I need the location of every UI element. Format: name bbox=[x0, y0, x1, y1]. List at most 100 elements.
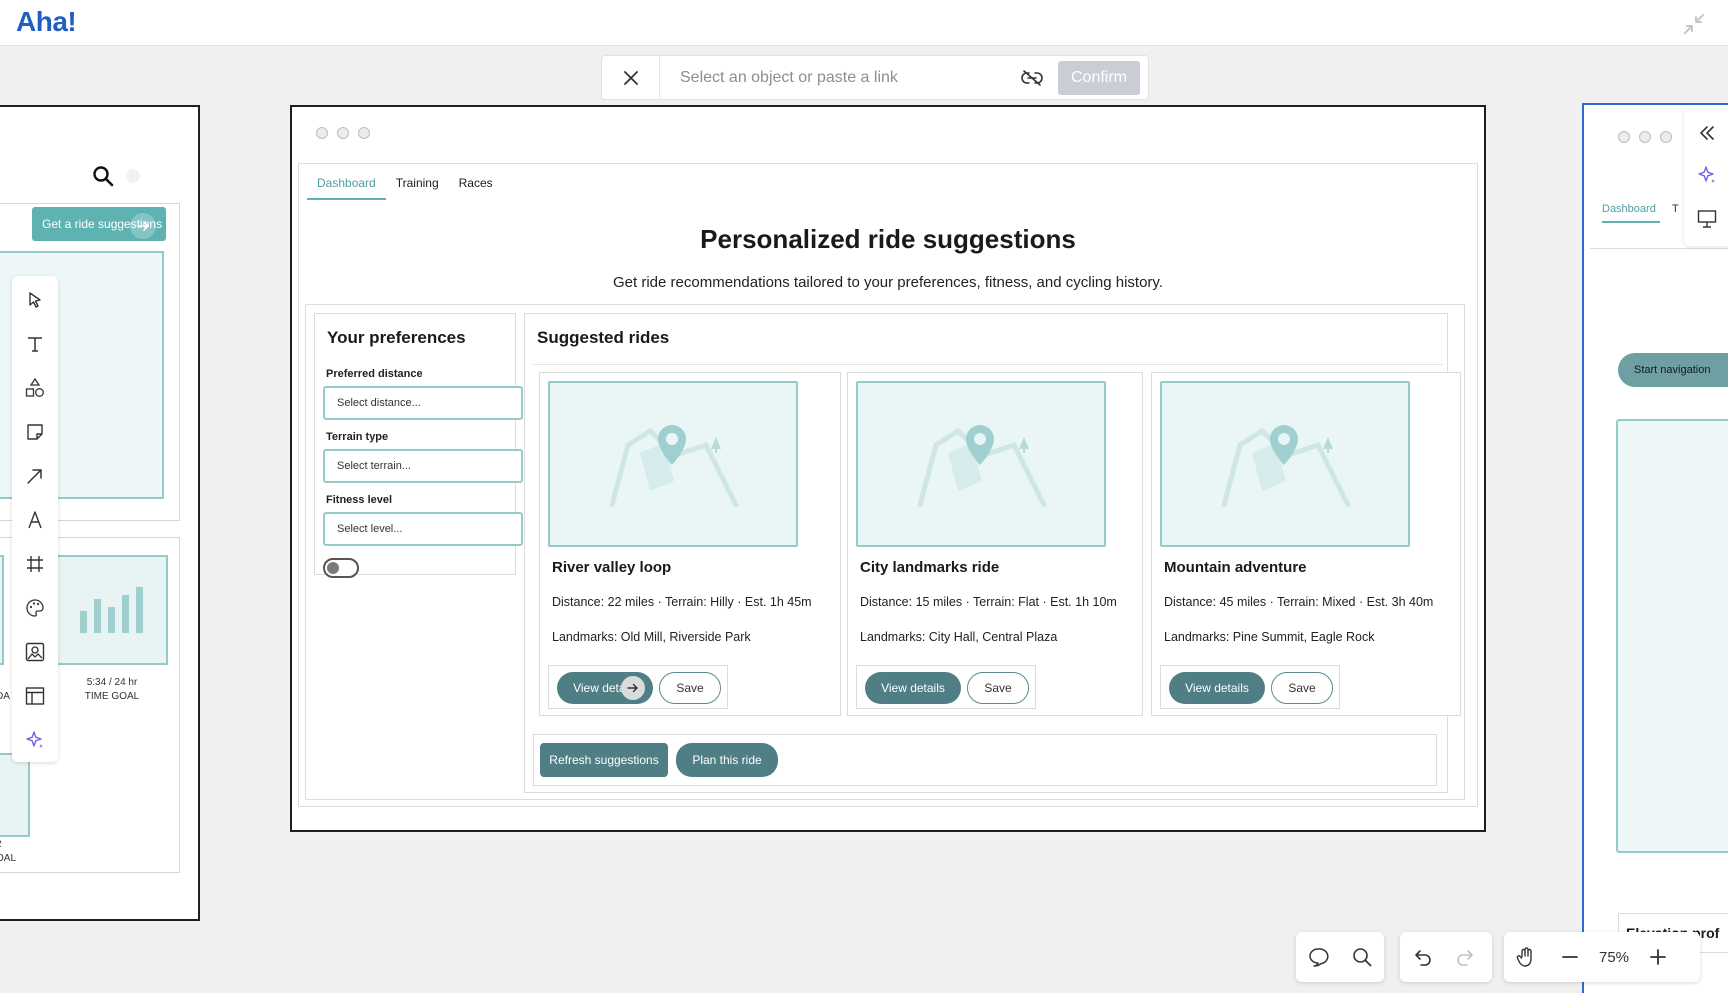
ride-landmarks: Landmarks: Pine Summit, Eagle Rock bbox=[1164, 630, 1375, 644]
distance-label: Preferred distance bbox=[326, 368, 423, 380]
close-icon bbox=[623, 70, 638, 85]
link-input[interactable] bbox=[660, 56, 1012, 99]
window-controls bbox=[316, 127, 370, 139]
close-button[interactable] bbox=[602, 56, 660, 99]
ride-detail: Distance: 15 miles · Terrain: Flat · Est… bbox=[860, 595, 1117, 609]
window-dot bbox=[337, 127, 349, 139]
zoom-level[interactable]: 75% bbox=[1592, 949, 1636, 966]
pointer-icon[interactable] bbox=[23, 288, 47, 312]
ride-name: Mountain adventure bbox=[1164, 559, 1307, 576]
presentation-icon[interactable] bbox=[1696, 208, 1718, 230]
side-text: OAL bbox=[0, 853, 17, 864]
text-icon[interactable] bbox=[23, 332, 47, 356]
map-placeholder bbox=[1160, 381, 1410, 547]
arrow-right-icon bbox=[621, 676, 645, 700]
bottom-toolbar-group bbox=[1400, 932, 1492, 982]
arrow-icon[interactable] bbox=[23, 464, 47, 488]
save-button[interactable]: Save bbox=[659, 672, 721, 704]
ai-sparkle-icon[interactable] bbox=[1696, 164, 1718, 186]
layout-icon[interactable] bbox=[23, 684, 47, 708]
image-placeholder bbox=[0, 753, 30, 837]
ride-name: City landmarks ride bbox=[860, 559, 1000, 576]
palette-icon[interactable] bbox=[23, 596, 47, 620]
fitness-select[interactable]: Select level... bbox=[323, 512, 523, 546]
pen-icon[interactable] bbox=[23, 508, 47, 532]
fitness-label: Fitness level bbox=[326, 494, 393, 506]
card-actions: View details Save bbox=[856, 665, 1036, 709]
frame-icon[interactable] bbox=[23, 552, 47, 576]
window-dot bbox=[316, 127, 328, 139]
map-placeholder bbox=[856, 381, 1106, 547]
shapes-icon[interactable] bbox=[23, 376, 47, 400]
footer-actions: Refresh suggestions Plan this ride bbox=[533, 734, 1437, 786]
tab-training[interactable]: Training bbox=[386, 176, 449, 200]
double-chevron-left-icon[interactable] bbox=[1696, 122, 1718, 144]
search-icon[interactable] bbox=[92, 165, 114, 187]
ride-card[interactable]: Mountain adventure Distance: 45 miles · … bbox=[1151, 372, 1461, 716]
tool-palette bbox=[12, 276, 58, 762]
save-button[interactable]: Save bbox=[967, 672, 1029, 704]
ride-detail: Distance: 45 miles · Terrain: Mixed · Es… bbox=[1164, 595, 1434, 609]
zoom-out-button[interactable] bbox=[1548, 932, 1592, 982]
tab-bar: Dashboard Training Races bbox=[307, 176, 503, 200]
sticky-note-icon[interactable] bbox=[23, 420, 47, 444]
save-button[interactable]: Save bbox=[1271, 672, 1333, 704]
map-pin-icon bbox=[1222, 425, 1351, 507]
app-logo[interactable]: Aha! bbox=[16, 6, 77, 38]
unlink-icon[interactable] bbox=[1012, 69, 1052, 86]
card-actions: View details Save bbox=[1160, 665, 1340, 709]
window-dot bbox=[1618, 131, 1630, 143]
start-navigation-button[interactable]: Start navigation bbox=[1618, 353, 1728, 387]
view-details-button[interactable]: View details bbox=[1169, 672, 1265, 704]
ride-landmarks: Landmarks: City Hall, Central Plaza bbox=[860, 630, 1058, 644]
time-goal-value: 5:34 / 24 hr bbox=[86, 677, 138, 688]
comment-icon[interactable] bbox=[1296, 932, 1340, 982]
ai-sparkle-icon[interactable] bbox=[23, 728, 47, 752]
page-container: Dashboard Training Races Personalized ri… bbox=[298, 163, 1478, 807]
bottom-toolbar-group: 75% bbox=[1504, 932, 1700, 982]
ride-card[interactable]: River valley loop Distance: 22 miles · T… bbox=[539, 372, 841, 716]
distance-select[interactable]: Select distance... bbox=[323, 386, 523, 420]
plan-ride-button[interactable]: Plan this ride bbox=[676, 743, 778, 777]
collapse-icon[interactable] bbox=[1682, 12, 1706, 36]
content-area: Your preferences Preferred distance Sele… bbox=[305, 304, 1465, 800]
view-details-button[interactable]: View details bbox=[865, 672, 961, 704]
image-icon[interactable] bbox=[23, 640, 47, 664]
window-dot bbox=[358, 127, 370, 139]
suggestions-panel: Suggested rides River valley loop Distan… bbox=[524, 313, 1461, 793]
search-icon[interactable] bbox=[1340, 932, 1384, 982]
arrow-right-icon bbox=[130, 213, 156, 239]
plus-icon bbox=[1650, 949, 1666, 965]
window-controls bbox=[1618, 131, 1672, 143]
window-dot bbox=[1660, 131, 1672, 143]
ride-landmarks: Landmarks: Old Mill, Riverside Park bbox=[552, 630, 751, 644]
preferences-panel: Your preferences Preferred distance Sele… bbox=[314, 313, 523, 578]
terrain-select[interactable]: Select terrain... bbox=[323, 449, 523, 483]
refresh-suggestions-button[interactable]: Refresh suggestions bbox=[540, 743, 668, 777]
map-pin-icon bbox=[610, 425, 739, 507]
card-actions: View details Save bbox=[548, 665, 728, 709]
ride-name: River valley loop bbox=[552, 559, 672, 576]
undo-icon[interactable] bbox=[1400, 932, 1444, 982]
right-palette bbox=[1684, 110, 1728, 246]
ride-card[interactable]: City landmarks ride Distance: 15 miles ·… bbox=[847, 372, 1143, 716]
tab-training[interactable]: T bbox=[1672, 203, 1679, 215]
tab-races[interactable]: Races bbox=[449, 176, 503, 200]
preferences-title: Your preferences bbox=[327, 328, 466, 347]
map-placeholder bbox=[1616, 419, 1728, 853]
chart-card-partial bbox=[0, 555, 4, 665]
preference-toggle[interactable] bbox=[323, 558, 359, 578]
avatar[interactable] bbox=[126, 169, 140, 183]
tab-dashboard[interactable]: Dashboard bbox=[307, 176, 386, 200]
side-text: 2 bbox=[0, 839, 2, 850]
divider bbox=[1590, 248, 1728, 249]
bottom-toolbar-group bbox=[1296, 932, 1384, 982]
time-goal-label: TIME GOAL bbox=[84, 691, 140, 702]
tab-dashboard[interactable]: Dashboard bbox=[1602, 203, 1660, 223]
zoom-in-button[interactable] bbox=[1636, 932, 1680, 982]
main-frame[interactable]: Dashboard Training Races Personalized ri… bbox=[290, 105, 1486, 832]
redo-icon[interactable] bbox=[1444, 932, 1488, 982]
side-text: DA bbox=[0, 691, 10, 702]
confirm-button[interactable]: Confirm bbox=[1058, 60, 1140, 95]
hand-icon[interactable] bbox=[1504, 932, 1548, 982]
